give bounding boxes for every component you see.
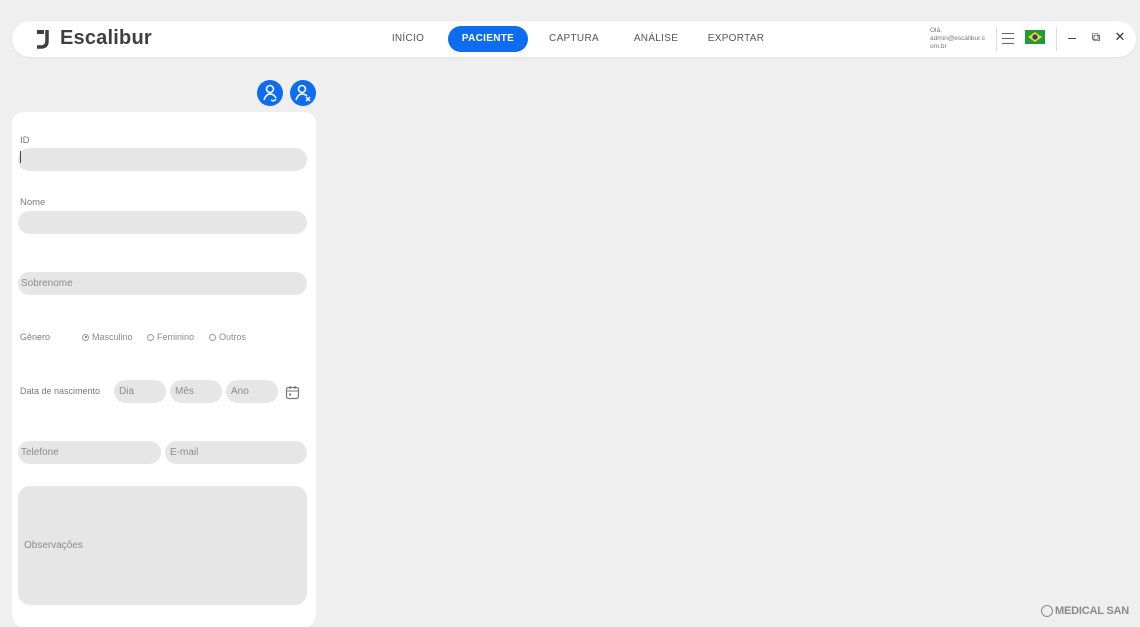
divider <box>996 27 997 51</box>
genero-label: Gênero <box>20 332 51 342</box>
radio-icon <box>209 333 216 341</box>
brand-text: MEDICAL SAN <box>1055 605 1129 617</box>
divider <box>1056 27 1057 51</box>
main-nav: INÍCIO PACIENTE CAPTURA ANÁLISE EXPORTAR <box>368 26 776 52</box>
app-name: Escalibur <box>60 27 152 49</box>
radio-label-masculino: Masculino <box>92 332 133 342</box>
email-placeholder: E-mail <box>170 447 199 458</box>
radio-feminino[interactable]: Feminino <box>147 332 194 342</box>
menu-icon[interactable] <box>1002 33 1014 48</box>
close-icon[interactable]: ✕ <box>1112 29 1128 45</box>
radio-outros[interactable]: Outros <box>209 332 246 342</box>
escalibur-logo-icon <box>37 29 49 49</box>
nav-analise[interactable]: ANÁLISE <box>616 26 696 52</box>
dia-field[interactable]: Dia <box>114 380 166 403</box>
nav-captura[interactable]: CAPTURA <box>534 26 614 52</box>
restore-icon[interactable]: ⧉ <box>1088 29 1104 45</box>
patient-remove-button[interactable] <box>290 80 316 106</box>
observacoes-placeholder: Observações <box>24 540 83 551</box>
user-refresh-icon <box>263 84 277 102</box>
nav-paciente[interactable]: PACIENTE <box>448 26 528 52</box>
dia-placeholder: Dia <box>119 386 135 397</box>
user-email-line1: admin@escalibur.c <box>930 35 986 42</box>
nav-inicio[interactable]: INÍCIO <box>368 26 448 52</box>
ano-field[interactable]: Ano <box>226 380 278 403</box>
mes-field[interactable]: Mês <box>170 380 222 403</box>
user-remove-icon <box>295 84 311 102</box>
id-label: ID <box>20 135 30 146</box>
user-email-line2: om.br <box>930 43 947 50</box>
telefone-placeholder: Telefone <box>21 447 59 458</box>
nome-field[interactable] <box>18 211 307 234</box>
radio-selected-icon <box>82 333 89 341</box>
user-greeting: Olá, <box>930 27 942 34</box>
nav-exportar[interactable]: EXPORTAR <box>696 26 776 52</box>
sobrenome-placeholder: Sobrenome <box>21 278 73 289</box>
brazil-flag-icon[interactable] <box>1025 30 1045 44</box>
telefone-field[interactable]: Telefone <box>18 441 161 464</box>
nascimento-label: Data de nascimento <box>20 386 101 396</box>
minimize-icon[interactable]: – <box>1064 29 1080 45</box>
medical-san-logo: MEDICAL SAN <box>1041 605 1129 617</box>
user-info: Olá, admin@escalibur.c om.br <box>930 27 1004 51</box>
mes-placeholder: Mês <box>175 386 194 397</box>
radio-label-feminino: Feminino <box>157 332 195 342</box>
sobrenome-field[interactable]: Sobrenome <box>18 272 307 295</box>
radio-label-outros: Outros <box>219 332 247 342</box>
id-field[interactable] <box>18 148 307 171</box>
observacoes-field[interactable]: Observações <box>18 486 307 605</box>
top-bar: Escalibur INÍCIO PACIENTE CAPTURA ANÁLIS… <box>12 21 1136 57</box>
radio-icon <box>147 333 154 341</box>
radio-masculino[interactable]: Masculino <box>82 332 133 342</box>
text-cursor <box>20 151 21 163</box>
nome-label: Nome <box>20 197 46 208</box>
medical-san-logo-icon <box>1041 605 1053 617</box>
calendar-icon[interactable] <box>285 385 300 400</box>
patient-search-button[interactable] <box>257 80 283 106</box>
ano-placeholder: Ano <box>231 386 249 397</box>
app-logo: Escalibur <box>34 27 152 50</box>
email-field[interactable]: E-mail <box>165 441 307 464</box>
